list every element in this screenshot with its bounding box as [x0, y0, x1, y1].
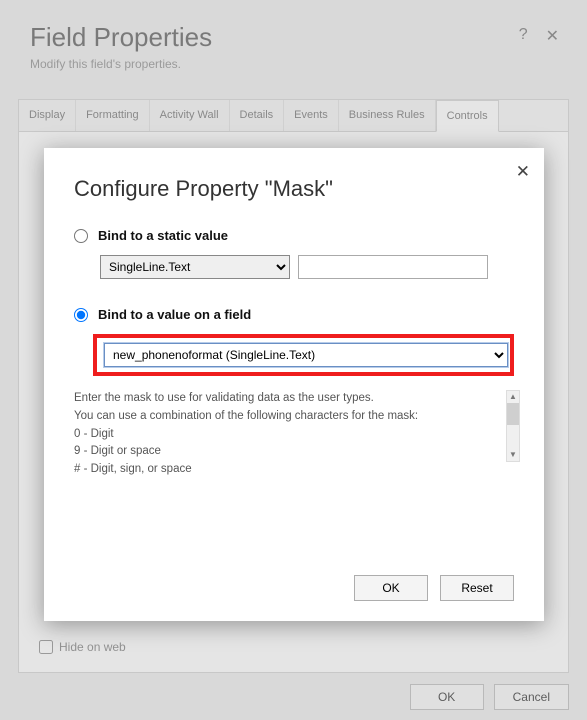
- mask-description: Enter the mask to use for validating dat…: [74, 390, 514, 479]
- field-select[interactable]: new_phonenoformat (SingleLine.Text): [104, 343, 508, 367]
- static-type-select[interactable]: SingleLine.Text: [100, 255, 290, 279]
- dialog-title: Configure Property "Mask": [74, 176, 514, 202]
- description-scrollbar[interactable]: ▲ ▼: [506, 390, 520, 462]
- bind-static-label: Bind to a static value: [98, 228, 228, 243]
- static-value-input[interactable]: [298, 255, 488, 279]
- desc-line: # - Digit, sign, or space: [74, 461, 498, 479]
- close-dialog-icon[interactable]: ✕: [516, 162, 530, 182]
- scroll-up-icon[interactable]: ▲: [507, 391, 519, 403]
- desc-line: 9 - Digit or space: [74, 443, 498, 461]
- bind-static-radio[interactable]: [74, 229, 88, 243]
- dialog-ok-button[interactable]: OK: [354, 575, 428, 601]
- configure-property-dialog: ✕ Configure Property "Mask" Bind to a st…: [44, 148, 544, 621]
- bind-field-radio[interactable]: [74, 308, 88, 322]
- field-select-highlight: new_phonenoformat (SingleLine.Text): [93, 334, 514, 376]
- dialog-reset-button[interactable]: Reset: [440, 575, 514, 601]
- scroll-thumb[interactable]: [507, 403, 519, 425]
- desc-line: 0 - Digit: [74, 426, 498, 444]
- desc-line: Enter the mask to use for validating dat…: [74, 390, 498, 408]
- scroll-down-icon[interactable]: ▼: [507, 449, 519, 461]
- bind-field-label: Bind to a value on a field: [98, 307, 251, 322]
- desc-line: You can use a combination of the followi…: [74, 408, 498, 426]
